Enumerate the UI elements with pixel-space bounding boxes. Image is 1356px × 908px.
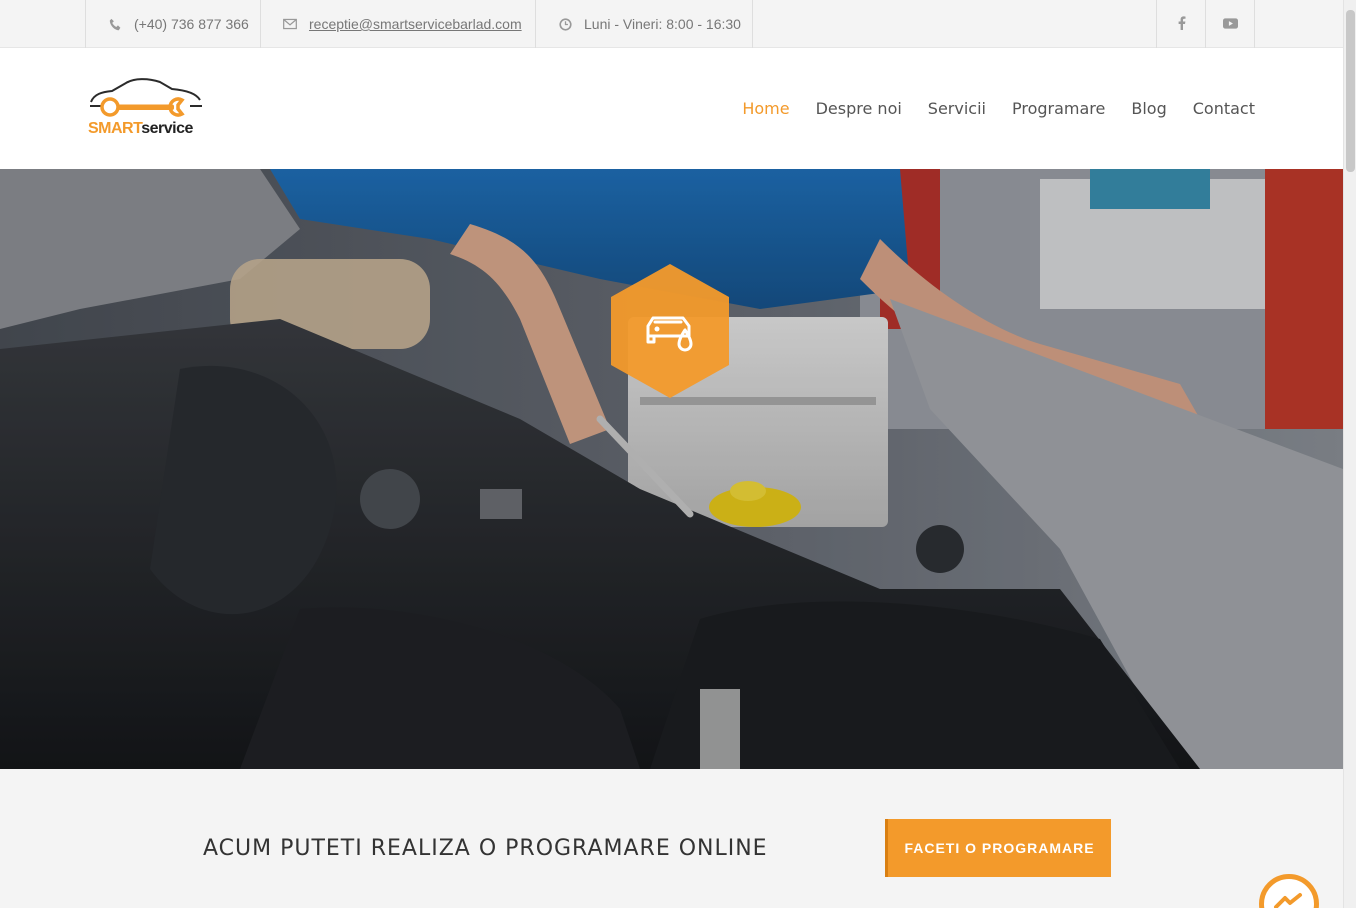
youtube-link[interactable] — [1205, 0, 1255, 48]
top-info-bar: (+40) 736 877 366 receptie@smartserviceb… — [0, 0, 1343, 48]
logo-smart: SMART — [88, 120, 142, 137]
service-hex-badge — [611, 264, 729, 398]
facebook-icon — [1178, 15, 1186, 33]
nav-item-blog[interactable]: Blog — [1131, 99, 1166, 118]
facebook-link[interactable] — [1156, 0, 1206, 48]
email-link[interactable]: receptie@smartservicebarlad.com — [309, 16, 522, 32]
nav-item-home[interactable]: Home — [742, 99, 789, 118]
messenger-icon — [1274, 893, 1302, 908]
main-nav: Home Despre noi Servicii Programare Blog… — [742, 48, 1255, 169]
mail-icon — [283, 17, 297, 31]
book-appointment-button[interactable]: FACETI O PROGRAMARE — [885, 819, 1111, 877]
logo-car-wrench-graphic — [90, 78, 202, 117]
page-scrollbar[interactable] — [1343, 0, 1356, 908]
site-header: SMARTservice Home Despre noi Servicii Pr… — [0, 48, 1343, 169]
logo-text: SMARTservice — [88, 120, 193, 138]
phone-icon — [108, 17, 122, 31]
nav-item-programare[interactable]: Programare — [1012, 99, 1105, 118]
clock-icon — [558, 17, 572, 31]
scrollbar-thumb[interactable] — [1346, 10, 1355, 172]
cta-headline: ACUM PUTETI REALIZA O PROGRAMARE ONLINE — [203, 836, 768, 861]
logo-service: service — [141, 120, 193, 137]
nav-item-contact[interactable]: Contact — [1193, 99, 1255, 118]
opening-hours: Luni - Vineri: 8:00 - 16:30 — [535, 0, 753, 48]
phone-number: (+40) 736 877 366 — [134, 16, 249, 32]
email-contact[interactable]: receptie@smartservicebarlad.com — [260, 0, 536, 48]
nav-item-despre-noi[interactable]: Despre noi — [816, 99, 902, 118]
site-logo[interactable]: SMARTservice — [88, 76, 206, 142]
nav-item-servicii[interactable]: Servicii — [928, 99, 986, 118]
cta-band: ACUM PUTETI REALIZA O PROGRAMARE ONLINE … — [0, 769, 1343, 908]
hero-engine-image — [0, 169, 1343, 769]
youtube-icon — [1222, 16, 1238, 32]
phone-contact[interactable]: (+40) 736 877 366 — [85, 0, 261, 48]
hero-banner — [0, 169, 1343, 769]
hours-text: Luni - Vineri: 8:00 - 16:30 — [584, 16, 741, 32]
